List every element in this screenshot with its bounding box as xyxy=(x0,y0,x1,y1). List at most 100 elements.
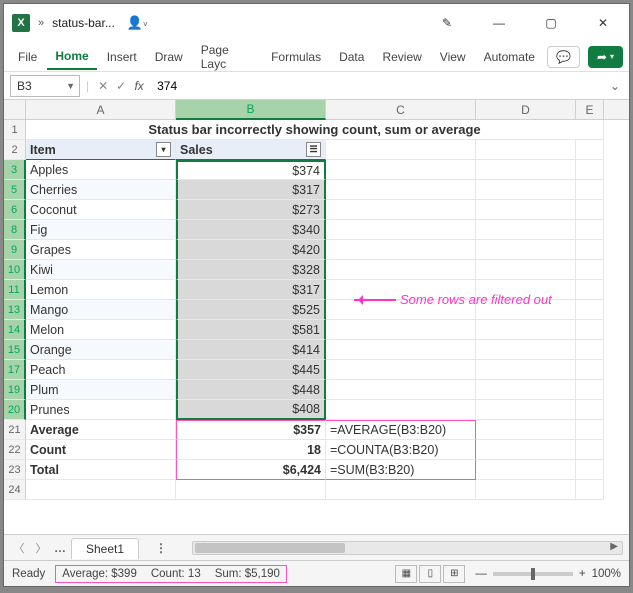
cell[interactable] xyxy=(576,320,604,340)
cell-item[interactable]: Prunes xyxy=(26,400,176,420)
cell-item[interactable]: Cherries xyxy=(26,180,176,200)
cell-sales[interactable]: $414 xyxy=(176,340,326,360)
cell[interactable] xyxy=(326,260,476,280)
cell[interactable] xyxy=(326,380,476,400)
select-all-corner[interactable] xyxy=(4,100,26,119)
sheet-all-icon[interactable]: … xyxy=(54,541,67,555)
cell[interactable] xyxy=(326,340,476,360)
cell[interactable] xyxy=(576,300,604,320)
cell[interactable] xyxy=(326,240,476,260)
people-icon[interactable]: 👤˅ xyxy=(127,15,148,31)
tab-view[interactable]: View xyxy=(432,45,474,69)
zoom-out-button[interactable]: — xyxy=(475,568,487,580)
chevron-down-icon[interactable]: ▼ xyxy=(66,81,75,91)
row-header[interactable]: 6 xyxy=(4,200,26,220)
sheet-tab[interactable]: Sheet1 xyxy=(71,538,139,559)
col-header-d[interactable]: D xyxy=(476,100,576,119)
cell[interactable] xyxy=(576,440,604,460)
cancel-icon[interactable]: ✕ xyxy=(95,79,111,93)
row-header[interactable]: 21 xyxy=(4,420,26,440)
cell-item[interactable]: Grapes xyxy=(26,240,176,260)
cell[interactable] xyxy=(576,340,604,360)
cell-formula[interactable]: =SUM(B3:B20) xyxy=(326,460,476,480)
cell[interactable] xyxy=(476,240,576,260)
row-header[interactable]: 14 xyxy=(4,320,26,340)
cell-sales[interactable]: $420 xyxy=(176,240,326,260)
view-pagebreak-icon[interactable]: ⊞ xyxy=(443,565,465,583)
formula-input[interactable] xyxy=(153,75,601,97)
cell-item[interactable]: Fig xyxy=(26,220,176,240)
col-header-b[interactable]: B xyxy=(176,100,326,120)
chevron-icon[interactable]: » xyxy=(38,17,44,29)
filter-button-item[interactable]: ▾ xyxy=(156,142,171,157)
sheet-nav-prev[interactable]: 〈 xyxy=(10,540,28,556)
cell[interactable] xyxy=(476,300,576,320)
row-header[interactable]: 5 xyxy=(4,180,26,200)
col-header-e[interactable]: E xyxy=(576,100,604,119)
zoom-in-button[interactable]: + xyxy=(579,568,586,580)
tab-draw[interactable]: Draw xyxy=(147,45,191,69)
tab-automate[interactable]: Automate xyxy=(476,45,543,69)
sheet-nav-next[interactable]: 〉 xyxy=(32,540,50,556)
cell[interactable] xyxy=(476,420,576,440)
cell-label[interactable]: Average xyxy=(26,420,176,440)
cell-item[interactable]: Kiwi xyxy=(26,260,176,280)
cell-sales[interactable]: $374 xyxy=(176,160,326,180)
row-header[interactable]: 20 xyxy=(4,400,26,420)
cell-label[interactable]: Total xyxy=(26,460,176,480)
cell[interactable] xyxy=(576,160,604,180)
cell-sales[interactable]: $445 xyxy=(176,360,326,380)
cell-value[interactable]: 18 xyxy=(176,440,326,460)
tab-insert[interactable]: Insert xyxy=(99,45,145,69)
comments-button[interactable]: 💬 xyxy=(547,46,580,68)
cell[interactable] xyxy=(326,280,476,300)
cell[interactable] xyxy=(576,380,604,400)
cell[interactable] xyxy=(576,200,604,220)
cell[interactable] xyxy=(326,140,476,160)
cell[interactable] xyxy=(576,480,604,500)
tab-data[interactable]: Data xyxy=(331,45,372,69)
sheet-menu-icon[interactable]: ⋮ xyxy=(155,541,168,555)
cell[interactable] xyxy=(476,340,576,360)
cell-item[interactable]: Plum xyxy=(26,380,176,400)
row-header[interactable]: 2 xyxy=(4,140,26,160)
row-header[interactable]: 19 xyxy=(4,380,26,400)
zoom-level[interactable]: 100% xyxy=(592,568,621,580)
cell[interactable] xyxy=(476,200,576,220)
filter-button-sales[interactable]: ☰ xyxy=(306,142,321,157)
cell[interactable] xyxy=(576,400,604,420)
cell[interactable] xyxy=(476,220,576,240)
cell[interactable] xyxy=(576,260,604,280)
cell-formula[interactable]: =COUNTA(B3:B20) xyxy=(326,440,476,460)
cell-sales[interactable]: $273 xyxy=(176,200,326,220)
cell[interactable] xyxy=(476,160,576,180)
cell-item[interactable]: Lemon xyxy=(26,280,176,300)
minimize-button[interactable]: — xyxy=(477,9,521,37)
header-sales[interactable]: Sales ☰ xyxy=(176,140,326,160)
cell[interactable] xyxy=(326,160,476,180)
tab-pagelayout[interactable]: Page Layc xyxy=(193,38,261,76)
col-header-c[interactable]: C xyxy=(326,100,476,119)
cell[interactable] xyxy=(326,180,476,200)
row-header[interactable]: 15 xyxy=(4,340,26,360)
cell-sales[interactable]: $408 xyxy=(176,400,326,420)
row-header[interactable]: 13 xyxy=(4,300,26,320)
zoom-slider[interactable] xyxy=(493,572,573,576)
row-header[interactable]: 3 xyxy=(4,160,26,180)
cell[interactable] xyxy=(176,480,326,500)
cell-item[interactable]: Orange xyxy=(26,340,176,360)
cell[interactable] xyxy=(326,480,476,500)
row-header[interactable]: 24 xyxy=(4,480,26,500)
name-box[interactable]: B3 ▼ xyxy=(10,75,80,97)
cell[interactable] xyxy=(576,140,604,160)
horizontal-scrollbar[interactable]: ◀ ▶ xyxy=(192,541,623,555)
cell-sales[interactable]: $317 xyxy=(176,180,326,200)
cell[interactable] xyxy=(326,300,476,320)
tab-review[interactable]: Review xyxy=(374,45,429,69)
cell[interactable] xyxy=(576,460,604,480)
cell-item[interactable]: Coconut xyxy=(26,200,176,220)
cell-label[interactable]: Count xyxy=(26,440,176,460)
fx-icon[interactable]: fx xyxy=(131,79,147,93)
pen-icon[interactable]: ✎ xyxy=(425,9,469,37)
cell-item[interactable]: Peach xyxy=(26,360,176,380)
